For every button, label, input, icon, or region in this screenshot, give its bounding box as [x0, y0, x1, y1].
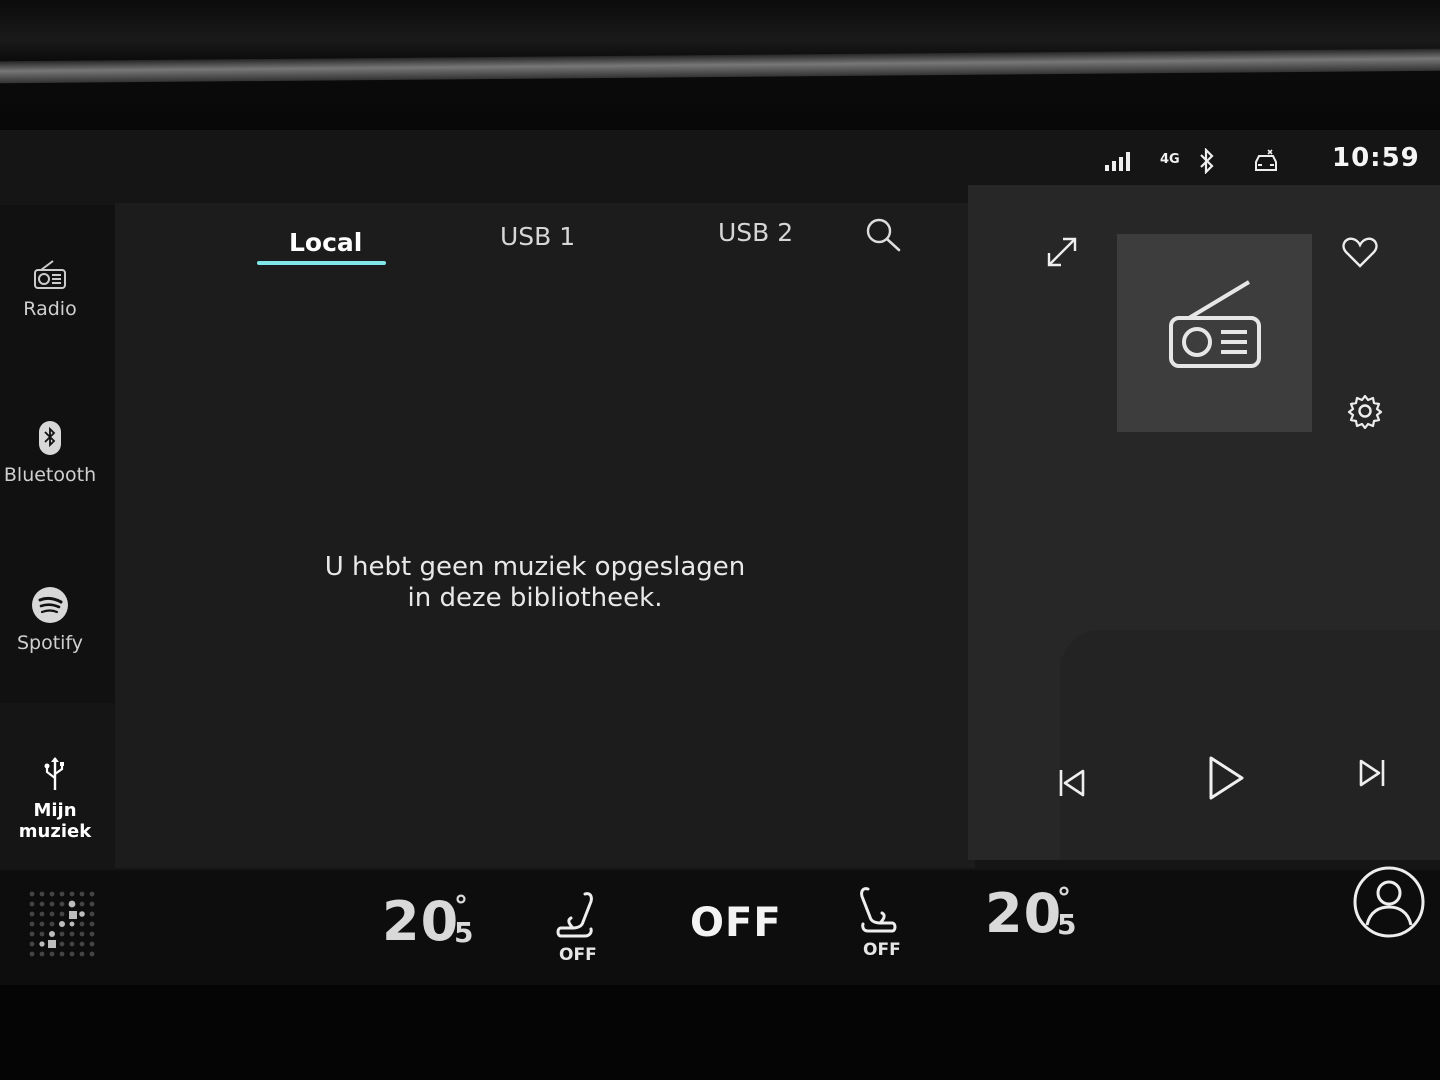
settings-gear-icon[interactable]	[1347, 393, 1383, 429]
radio-placeholder-icon	[1167, 278, 1263, 370]
user-profile-icon[interactable]	[1352, 865, 1426, 939]
sidebar-item-label: Spotify	[16, 632, 84, 654]
driver-temp-decimal: 5	[454, 916, 474, 949]
sidebar-item-label: Bluetooth	[3, 464, 97, 486]
now-playing-background-shape	[1060, 630, 1440, 860]
driver-seat-heater-icon[interactable]	[555, 890, 599, 942]
library-panel	[115, 203, 975, 868]
passenger-seat-heater-icon[interactable]	[858, 885, 902, 937]
sidebar-item-label: Mijn muziek	[18, 800, 92, 842]
search-icon[interactable]	[864, 216, 902, 254]
car-status-icon	[1252, 148, 1280, 174]
active-tab-indicator	[257, 261, 386, 265]
favorite-heart-icon[interactable]	[1342, 236, 1378, 268]
driver-temperature[interactable]: 20	[382, 890, 459, 953]
empty-message-line-2: in deze bibliotheek.	[407, 583, 663, 613]
signal-strength-icon	[1104, 150, 1132, 172]
sidebar-item-bluetooth[interactable]: Bluetooth	[0, 420, 100, 486]
spotify-icon	[0, 586, 100, 624]
tab-local[interactable]: Local	[289, 228, 362, 257]
usb-icon	[2, 756, 108, 792]
radio-icon	[0, 258, 100, 290]
album-art	[1117, 234, 1312, 432]
next-track-icon[interactable]	[1356, 757, 1388, 789]
driver-temp-value: 20	[382, 890, 460, 953]
passenger-temperature[interactable]: 20	[985, 882, 1062, 945]
bluetooth-status-icon	[1198, 148, 1216, 174]
passenger-temp-value: 20	[985, 882, 1063, 945]
sidebar-item-spotify[interactable]: Spotify	[0, 586, 100, 654]
expand-icon[interactable]	[1043, 233, 1081, 271]
sidebar-item-mijn-muziek[interactable]: Mijn muziek	[2, 756, 108, 842]
bluetooth-icon	[0, 420, 100, 456]
passenger-temp-decimal: 5	[1057, 908, 1077, 941]
empty-message-line-1: U hebt geen muziek opgeslagen	[324, 552, 746, 582]
fan-status[interactable]: OFF	[690, 900, 782, 946]
tab-usb-2[interactable]: USB 2	[718, 218, 793, 247]
tab-usb-1[interactable]: USB 1	[500, 222, 575, 251]
passenger-seat-heater-status: OFF	[863, 940, 901, 960]
app-grid-icon[interactable]	[28, 890, 102, 964]
status-bar	[0, 130, 1440, 188]
play-icon[interactable]	[1206, 755, 1246, 801]
network-type-label: 4G	[1160, 152, 1180, 167]
sidebar-item-label: Radio	[23, 298, 77, 320]
display-bezel-bottom	[0, 985, 1440, 1080]
previous-track-icon[interactable]	[1056, 767, 1088, 799]
driver-seat-heater-status: OFF	[559, 945, 597, 965]
clock: 10:59	[1332, 143, 1420, 173]
sidebar-item-radio[interactable]: Radio	[0, 258, 100, 320]
empty-library-message: U hebt geen muziek opgeslagen in deze bi…	[300, 552, 770, 614]
